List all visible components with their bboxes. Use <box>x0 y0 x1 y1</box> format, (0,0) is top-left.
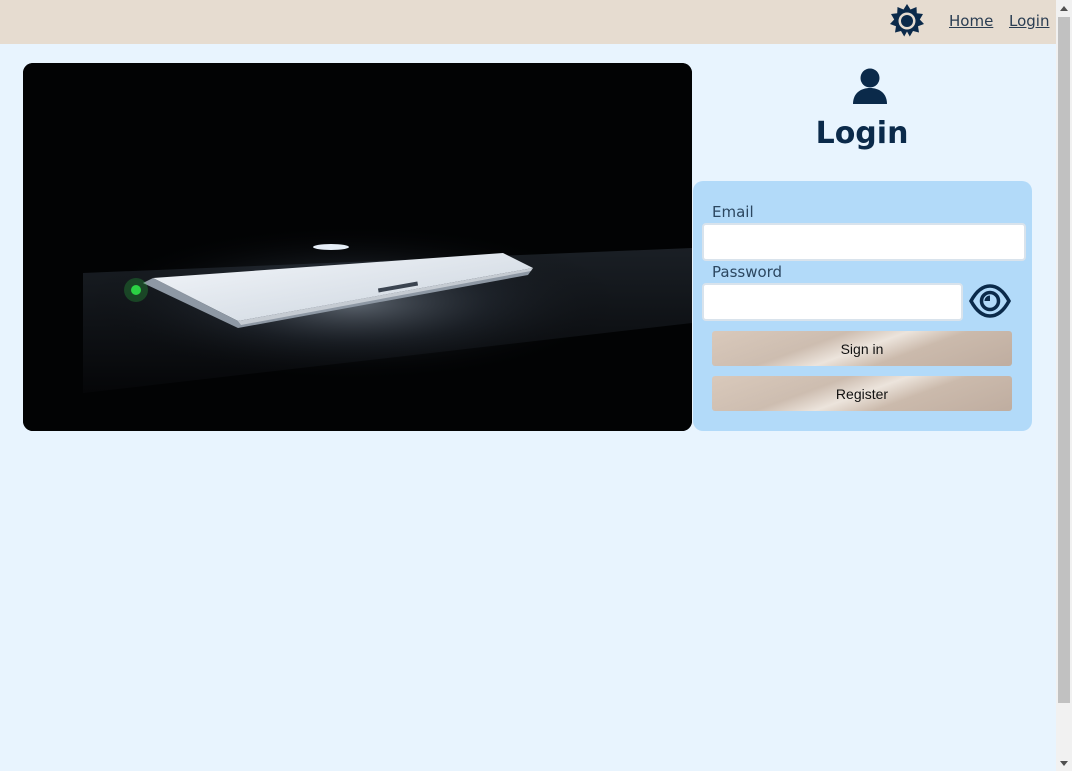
email-label: Email <box>712 203 754 221</box>
register-button[interactable]: Register <box>712 376 1012 411</box>
user-icon <box>851 67 889 105</box>
theme-toggle-icon[interactable] <box>889 3 925 39</box>
scroll-up-arrow-icon[interactable] <box>1056 0 1072 16</box>
email-field[interactable] <box>702 223 1026 261</box>
password-label: Password <box>712 263 783 281</box>
hero-image <box>23 63 692 431</box>
scroll-down-arrow-icon[interactable] <box>1056 755 1072 771</box>
password-field[interactable] <box>702 283 963 321</box>
sign-in-button[interactable]: Sign in <box>712 331 1012 366</box>
login-form-card: Email Password Sign in Register <box>693 181 1032 431</box>
page-title: Login <box>815 116 909 151</box>
nav-home-link[interactable]: Home <box>949 12 993 30</box>
show-password-eye-icon[interactable] <box>969 283 1011 319</box>
vertical-scrollbar[interactable] <box>1056 0 1072 771</box>
top-navbar: Home Login <box>0 0 1056 44</box>
nav-login-link[interactable]: Login <box>1009 12 1049 30</box>
scrollbar-thumb[interactable] <box>1058 17 1070 703</box>
